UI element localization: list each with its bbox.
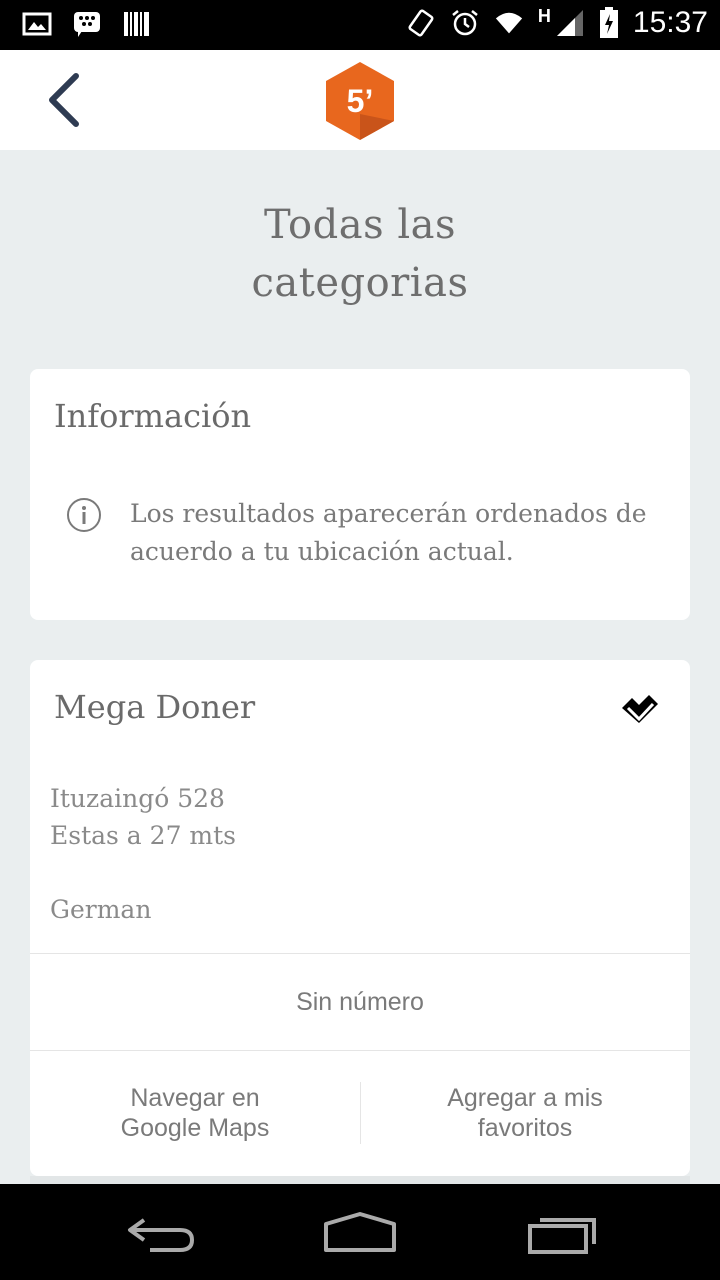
- page-title-line2: categorias: [251, 260, 469, 306]
- back-nav-icon[interactable]: [120, 1206, 200, 1258]
- next-card-edge: [30, 1176, 690, 1184]
- network-type-label: H: [537, 5, 551, 26]
- info-card-text: Los resultados aparecerán ordenados de a…: [130, 499, 647, 566]
- clock-time: 15:37: [632, 6, 708, 39]
- recents-nav-icon[interactable]: [520, 1206, 600, 1258]
- place-card: Mega Doner Ituzaingó 528 Estas a 27 mts …: [30, 660, 690, 1176]
- place-owner: German: [50, 895, 152, 924]
- info-card-heading: Información: [54, 397, 252, 435]
- place-address: Ituzaingó 528: [50, 784, 225, 813]
- image-icon: [22, 12, 52, 36]
- navigate-label: Navegar en Google Maps: [120, 1084, 270, 1142]
- battery-charging-icon: [599, 7, 618, 38]
- home-nav-icon[interactable]: [320, 1206, 400, 1258]
- status-bar: H 15:37: [0, 0, 720, 50]
- foursquare-icon: [622, 695, 658, 723]
- navigate-google-maps-button[interactable]: Navegar en Google Maps: [30, 1051, 360, 1175]
- info-card: Información Los resultados aparecerán or…: [30, 369, 690, 620]
- bbm-icon: [74, 12, 100, 37]
- chevron-left-icon[interactable]: [38, 68, 98, 132]
- add-favorite-button[interactable]: Agregar a mis favoritos: [360, 1051, 690, 1175]
- app-bar: 5’: [0, 50, 720, 150]
- wifi-icon: [495, 12, 523, 34]
- page-title-line1: Todas las: [263, 202, 457, 248]
- vibrate-icon: [408, 9, 434, 37]
- barcode-icon: [124, 12, 149, 36]
- phone-button[interactable]: Sin número: [30, 954, 690, 1050]
- page-title: Todas las categorias: [0, 196, 720, 312]
- alarm-icon: [452, 10, 478, 36]
- app-logo: 5’: [322, 60, 398, 142]
- place-name: Mega Doner: [54, 688, 256, 726]
- info-icon: [67, 498, 101, 532]
- favorite-label: Agregar a mis favoritos: [447, 1084, 603, 1142]
- logo-text: 5’: [347, 83, 374, 119]
- signal-icon: [556, 10, 583, 36]
- navigation-bar: [0, 1184, 720, 1280]
- place-distance: Estas a 27 mts: [50, 821, 236, 850]
